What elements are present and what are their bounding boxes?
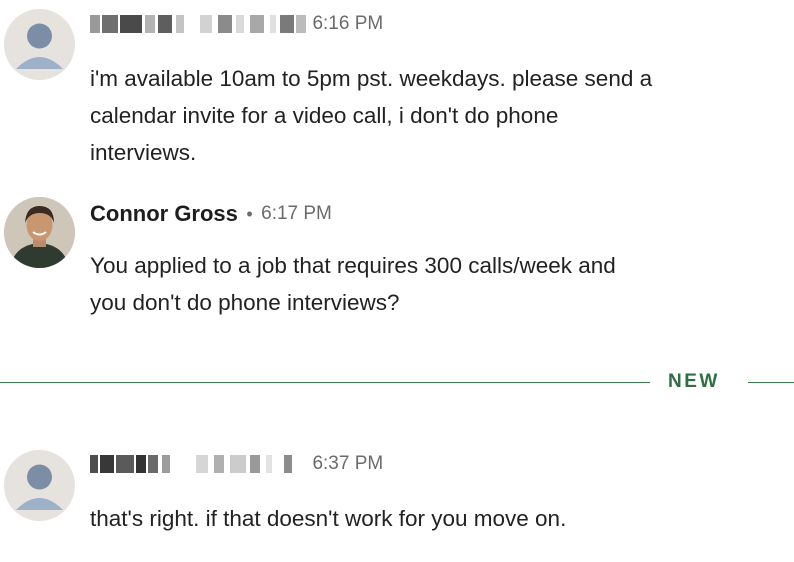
message-item: Connor Gross • 6:17 PM You applied to a … — [0, 180, 794, 330]
message-header: 6:37 PM — [90, 453, 383, 483]
message-timestamp: 6:16 PM — [312, 13, 384, 34]
message-line: You applied to a job that requires 300 c… — [90, 253, 616, 278]
redacted-author-name — [90, 15, 308, 33]
redacted-author-name — [90, 455, 308, 473]
message-body: i'm available 10am to 5pm pst. weekdays.… — [90, 60, 780, 171]
message-item: 6:16 PM i'm available 10am to 5pm pst. w… — [0, 0, 794, 175]
message-body: that's right. if that doesn't work for y… — [90, 500, 780, 537]
message-header: 6:16 PM — [90, 13, 383, 43]
message-timestamp: 6:37 PM — [312, 453, 384, 474]
separator-dot: • — [246, 203, 253, 224]
new-divider-line-left — [0, 382, 650, 383]
message-line: calendar invite for a video call, i don'… — [90, 103, 559, 128]
author-name[interactable]: Connor Gross — [90, 201, 238, 226]
message-header: Connor Gross • 6:17 PM — [90, 201, 332, 231]
message-item: 6:37 PM that's right. if that doesn't wo… — [0, 440, 794, 540]
message-line: interviews. — [90, 140, 197, 165]
new-divider-line-right — [748, 382, 794, 383]
avatar[interactable] — [4, 9, 75, 80]
avatar[interactable] — [4, 450, 75, 521]
avatar[interactable] — [4, 197, 75, 268]
new-messages-label: NEW — [668, 371, 720, 392]
message-body: You applied to a job that requires 300 c… — [90, 247, 780, 321]
message-line: you don't do phone interviews? — [90, 290, 400, 315]
message-timestamp: 6:17 PM — [261, 203, 332, 224]
default-avatar-icon — [16, 464, 63, 510]
profile-photo — [4, 197, 75, 268]
message-line: that's right. if that doesn't work for y… — [90, 506, 567, 531]
default-avatar-icon — [16, 23, 63, 69]
message-line: i'm available 10am to 5pm pst. weekdays.… — [90, 66, 653, 91]
